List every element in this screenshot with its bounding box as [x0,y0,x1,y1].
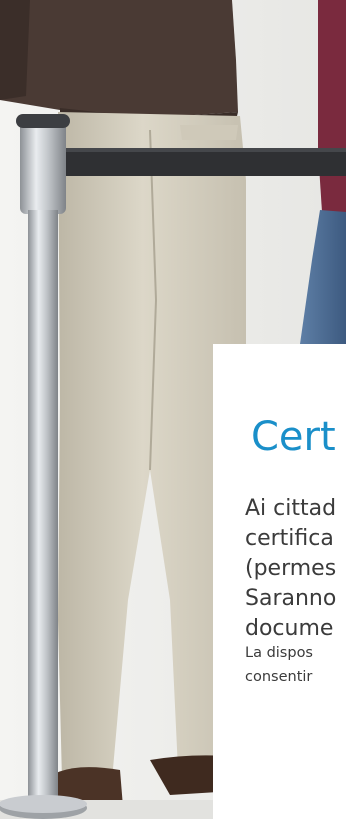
card-body-line: docume [245,616,334,641]
card-body-line: Saranno [245,586,337,611]
card-note-line: consentir [245,668,313,685]
card-body-line: (permes [245,556,337,581]
card-body-line: Ai cittad [245,496,337,521]
card-title: Cert [251,413,336,460]
card-note-line: La dispos [245,644,313,661]
card-body: Ai cittad certifica (permes Saranno docu… [245,494,346,644]
info-card: Cert Ai cittad certifica (permes Saranno… [213,344,346,819]
card-note: La dispos consentir [245,641,346,689]
card-body-line: certifica [245,526,334,551]
